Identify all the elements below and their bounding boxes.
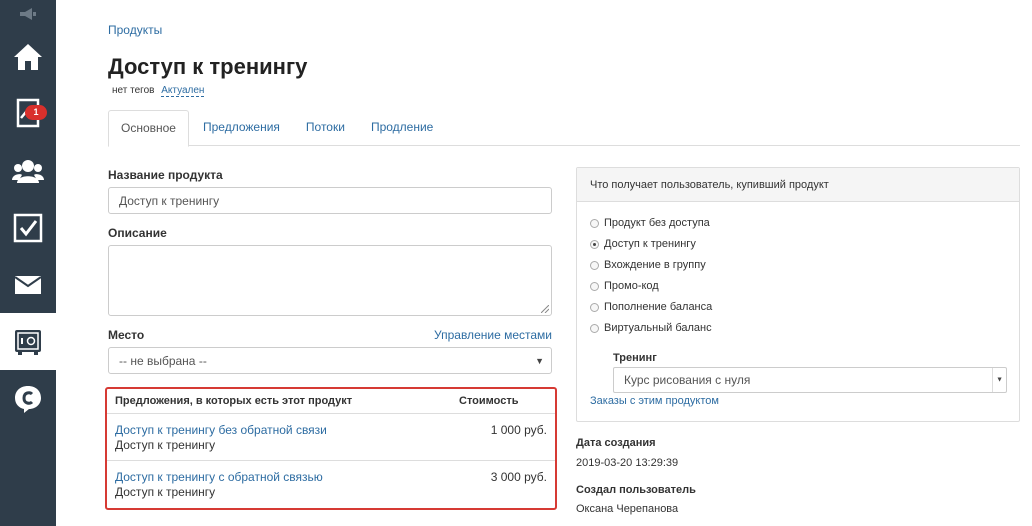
radio-button[interactable]: [590, 302, 599, 312]
safe-icon: [15, 329, 41, 355]
created-date-label: Дата создания: [576, 437, 656, 449]
radio-button[interactable]: [590, 281, 599, 291]
radio-label: Виртуальный баланс: [604, 322, 712, 334]
product-name-label: Название продукта: [108, 168, 223, 182]
radio-button[interactable]: [590, 218, 599, 228]
creator-label: Создал пользователь: [576, 484, 696, 496]
tab-bar: Основное Предложения Потоки Продление: [108, 110, 1020, 147]
sidebar-item-sales[interactable]: 1: [0, 85, 56, 142]
tab-renewal[interactable]: Продление: [359, 110, 445, 146]
product-name-input[interactable]: Доступ к тренингу: [108, 187, 552, 214]
radio-button[interactable]: [590, 323, 599, 333]
description-textarea[interactable]: [108, 245, 552, 316]
offers-table: Предложения, в которых есть этот продукт…: [105, 387, 557, 510]
sidebar-item-tasks[interactable]: [0, 199, 56, 256]
caret-down-icon: ▼: [535, 355, 544, 366]
place-label: Место: [108, 328, 145, 342]
sidebar-collapse-toggle[interactable]: [0, 0, 56, 28]
training-label: Тренинг: [613, 352, 657, 364]
page-title: Доступ к тренингу: [108, 54, 308, 79]
manage-places-link[interactable]: Управление местами: [434, 328, 552, 342]
megaphone-icon: [20, 8, 36, 20]
sidebar-item-home[interactable]: [0, 28, 56, 85]
created-date-value: 2019-03-20 13:29:39: [576, 457, 679, 469]
home-icon: [14, 43, 42, 70]
radio-button[interactable]: [590, 260, 599, 270]
radio-label: Вхождение в группу: [604, 259, 706, 271]
sidebar: 1: [0, 0, 56, 526]
training-select[interactable]: Курс рисования с нуля ▼: [613, 367, 1007, 393]
caret-down-icon: ▼: [996, 376, 1003, 384]
breadcrumb-products[interactable]: Продукты: [108, 23, 162, 37]
radio-label: Продукт без доступа: [604, 217, 710, 229]
no-tags-label[interactable]: нет тегов: [112, 85, 154, 96]
mail-icon: [14, 275, 42, 294]
tab-offers[interactable]: Предложения: [191, 110, 292, 146]
offers-column-name: Предложения, в которых есть этот продукт: [115, 395, 353, 407]
radio-virtual-balance[interactable]: Виртуальный баланс: [590, 322, 712, 334]
offer-product: Доступ к тренингу: [115, 438, 216, 452]
users-icon: [12, 159, 44, 183]
access-panel-title: Что получает пользователь, купивший прод…: [577, 168, 1019, 202]
orders-with-product-link[interactable]: Заказы с этим продуктом: [590, 395, 719, 407]
radio-group-entry[interactable]: Вхождение в группу: [590, 259, 706, 271]
product-name-value: Доступ к тренингу: [119, 193, 220, 208]
radio-promo-code[interactable]: Промо-код: [590, 280, 659, 292]
place-select[interactable]: -- не выбрана -- ▼: [108, 347, 552, 374]
offers-column-price: Стоимость: [459, 395, 519, 407]
offer-link[interactable]: Доступ к тренингу без обратной связи: [115, 423, 327, 437]
table-row: Доступ к тренингу с обратной связью Дост…: [107, 461, 555, 508]
offers-table-header: Предложения, в которых есть этот продукт…: [107, 389, 555, 414]
access-panel: Что получает пользователь, купивший прод…: [576, 167, 1020, 422]
radio-label: Промо-код: [604, 280, 659, 292]
description-label: Описание: [108, 226, 167, 240]
tab-streams[interactable]: Потоки: [294, 110, 357, 146]
sidebar-item-products[interactable]: [0, 313, 56, 370]
place-select-value: -- не выбрана --: [119, 353, 207, 368]
radio-label: Доступ к тренингу: [604, 238, 696, 250]
notification-badge: 1: [25, 105, 47, 120]
main-content: Продукты Доступ к тренингу нет тегов Акт…: [56, 0, 1032, 526]
creator-link[interactable]: Оксана Черепанова: [576, 503, 678, 515]
tags-row: нет тегов Актуален: [112, 85, 205, 97]
training-select-value: Курс рисования с нуля: [624, 373, 751, 387]
radio-no-access[interactable]: Продукт без доступа: [590, 217, 710, 229]
status-badge[interactable]: Актуален: [161, 85, 205, 97]
sidebar-item-chat[interactable]: [0, 370, 56, 427]
sidebar-item-mail[interactable]: [0, 256, 56, 313]
radio-balance-topup[interactable]: Пополнение баланса: [590, 301, 712, 313]
resize-grip-icon[interactable]: [541, 305, 549, 313]
sidebar-item-users[interactable]: [0, 142, 56, 199]
offer-link[interactable]: Доступ к тренингу с обратной связью: [115, 470, 323, 484]
chat-icon: [15, 385, 41, 413]
tasks-icon: [13, 213, 43, 242]
offer-product: Доступ к тренингу: [115, 485, 216, 499]
radio-button-checked[interactable]: [590, 239, 599, 249]
tab-main[interactable]: Основное: [108, 110, 189, 147]
offer-price: 3 000 руб.: [490, 470, 547, 484]
offer-price: 1 000 руб.: [490, 423, 547, 437]
radio-training-access[interactable]: Доступ к тренингу: [590, 238, 696, 250]
radio-label: Пополнение баланса: [604, 301, 713, 313]
table-row: Доступ к тренингу без обратной связи Дос…: [107, 414, 555, 461]
